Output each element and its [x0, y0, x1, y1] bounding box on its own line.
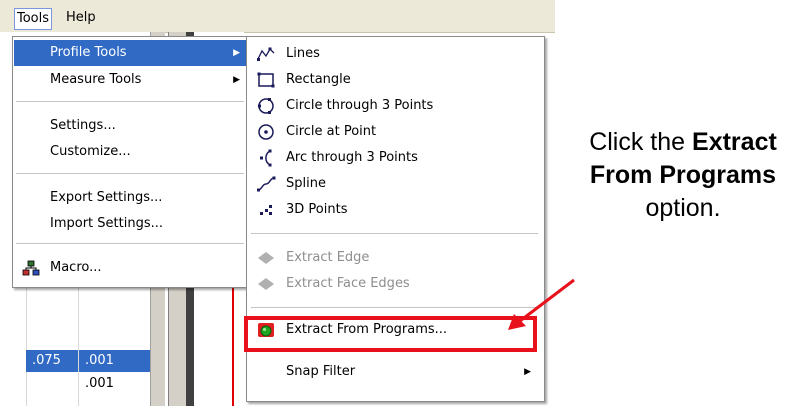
menu-item-arc-through-3-points[interactable]: Arc through 3 Points	[248, 145, 543, 171]
circle-at-point-icon	[258, 124, 274, 140]
menu-item-label: Extract Face Edges	[286, 276, 410, 291]
menu-item-circle-at-point[interactable]: Circle at Point	[248, 119, 543, 145]
menu-separator	[16, 101, 244, 102]
menu-help[interactable]: Help	[64, 8, 98, 28]
extract-face-edges-icon	[258, 278, 274, 290]
highlight-box	[244, 316, 537, 352]
menu-item-customize[interactable]: Customize...	[14, 139, 246, 165]
menu-item-label: Snap Filter	[286, 364, 356, 379]
menu-separator	[251, 307, 538, 308]
menu-item-snap-filter[interactable]: Snap Filter ▶	[248, 359, 543, 385]
macro-icon	[22, 260, 40, 276]
menu-item-label: Extract Edge	[286, 250, 370, 265]
lines-icon	[257, 47, 275, 61]
menu-item-settings[interactable]: Settings...	[14, 113, 246, 139]
3d-points-icon	[260, 205, 272, 215]
menu-item-label: Customize...	[50, 144, 131, 159]
spline-icon	[257, 176, 276, 192]
cell-value: .001	[85, 376, 114, 391]
menu-item-label: Spline	[286, 176, 326, 191]
submenu-arrow-icon: ▶	[524, 367, 531, 377]
menu-item-label: Export Settings...	[50, 190, 163, 205]
cell-value: .075	[32, 353, 61, 368]
table-cell[interactable]: .075	[26, 350, 78, 372]
menu-item-macro[interactable]: Macro...	[14, 255, 246, 281]
menu-separator	[16, 243, 244, 244]
extract-edge-icon	[258, 252, 274, 264]
menu-item-extract-face-edges: Extract Face Edges	[248, 271, 543, 297]
menu-item-label: Profile Tools	[50, 45, 127, 60]
menu-item-circle-through-3-points[interactable]: Circle through 3 Points	[248, 93, 543, 119]
rectangle-icon	[257, 72, 275, 88]
menu-item-label: Macro...	[50, 260, 102, 275]
arc-icon	[260, 149, 272, 167]
menu-item-label: Circle at Point	[286, 124, 377, 139]
profile-line	[232, 288, 234, 406]
menu-item-measure-tools[interactable]: Measure Tools ▶	[14, 67, 246, 93]
menu-separator	[16, 173, 244, 174]
annotation-arrow	[508, 278, 575, 330]
menu-item-import-settings[interactable]: Import Settings...	[14, 211, 246, 237]
menu-item-label: Circle through 3 Points	[286, 98, 434, 113]
menu-tools[interactable]: Tools	[14, 8, 53, 30]
menu-item-lines[interactable]: Lines	[248, 41, 543, 67]
menu-item-3d-points[interactable]: 3D Points	[248, 197, 543, 223]
grid-line	[26, 286, 27, 406]
menu-item-export-settings[interactable]: Export Settings...	[14, 185, 246, 211]
callout-suffix: option.	[645, 194, 721, 222]
menu-item-label: Lines	[286, 46, 320, 61]
menu-item-profile-tools[interactable]: Profile Tools ▶	[14, 40, 246, 66]
menu-item-label: Measure Tools	[50, 72, 142, 87]
circle-3-points-icon	[258, 98, 274, 114]
submenu-arrow-icon: ▶	[233, 75, 240, 85]
tools-menu: Profile Tools ▶ Measure Tools ▶ Settings…	[12, 36, 248, 288]
menu-item-rectangle[interactable]: Rectangle	[248, 67, 543, 93]
menu-item-label: Rectangle	[286, 72, 351, 87]
menu-item-spline[interactable]: Spline	[248, 171, 543, 197]
submenu-arrow-icon: ▶	[233, 48, 240, 58]
menu-item-label: Arc through 3 Points	[286, 150, 418, 165]
menu-item-label: 3D Points	[286, 202, 348, 217]
cell-value: .001	[85, 353, 114, 368]
table-cell[interactable]: .001	[79, 373, 150, 395]
table-cell[interactable]: .001	[79, 350, 150, 372]
menu-item-extract-edge: Extract Edge	[248, 245, 543, 271]
menu-item-label: Settings...	[50, 118, 116, 133]
menu-item-label: Import Settings...	[50, 216, 163, 231]
annotation-callout: Click the Extract From Programs option.	[556, 126, 810, 225]
menubar: Tools Help	[0, 0, 555, 33]
callout-prefix: Click the	[589, 128, 686, 156]
menu-separator	[251, 233, 538, 234]
